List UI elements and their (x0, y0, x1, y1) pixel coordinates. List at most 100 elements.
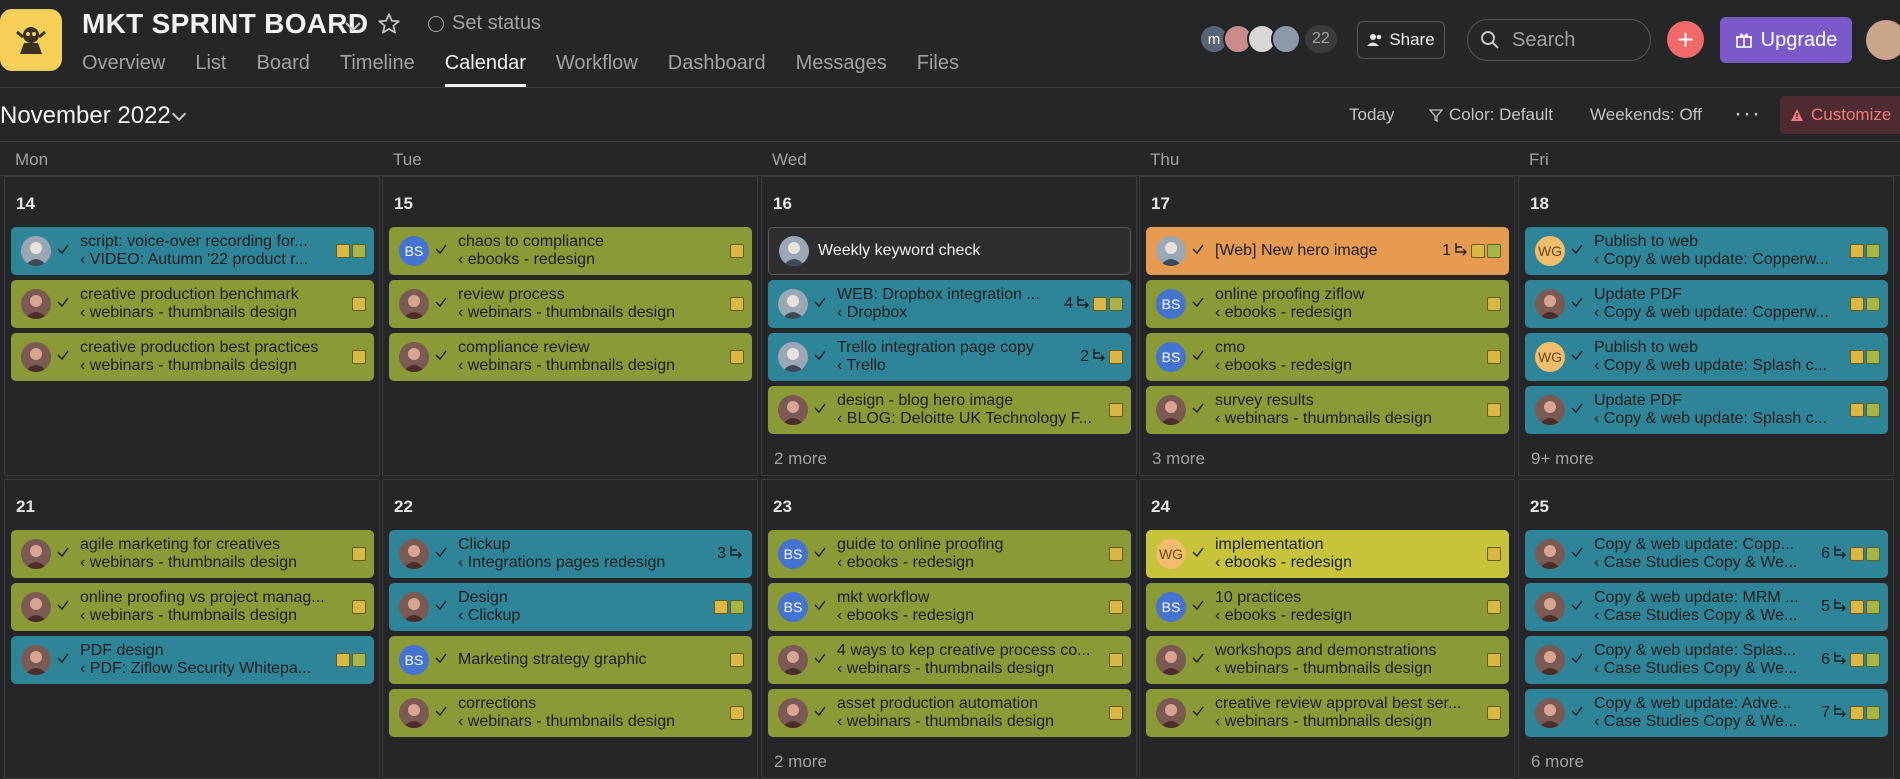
task-card[interactable]: script: voice-over recording for... ‹ VID… (11, 227, 374, 275)
check-icon[interactable] (1191, 242, 1207, 261)
more-tasks-link[interactable]: 6 more (1531, 752, 1584, 772)
assignee-avatar[interactable] (1535, 289, 1565, 319)
project-title[interactable]: MKT SPRINT BOARD (82, 8, 368, 40)
assignee-avatar[interactable] (21, 592, 51, 622)
project-members[interactable]: m 22 (1199, 24, 1337, 54)
member-count[interactable]: 22 (1305, 25, 1337, 53)
assignee-avatar[interactable]: WG (1535, 342, 1565, 372)
task-card[interactable]: Copy & web update: Splas... ‹ Case Studie… (1525, 636, 1888, 684)
day-cell[interactable]: 16 Weekly keyword check WEB: Dropbox integ… (761, 176, 1137, 476)
assignee-avatar[interactable] (1535, 539, 1565, 569)
tab-messages[interactable]: Messages (796, 52, 887, 87)
assignee-avatar[interactable] (1156, 395, 1186, 425)
check-icon[interactable] (56, 348, 72, 367)
check-icon[interactable] (1570, 651, 1586, 670)
check-icon[interactable] (56, 242, 72, 261)
day-cell[interactable]: 17 [Web] New hero image 1 BS online proofing… (1139, 176, 1515, 476)
check-icon[interactable] (813, 401, 829, 420)
assignee-avatar[interactable]: WG (1535, 236, 1565, 266)
task-card[interactable]: online proofing vs project manag... ‹ web… (11, 583, 374, 631)
task-card[interactable]: creative production benchmark ‹ webinars … (11, 280, 374, 328)
assignee-avatar[interactable] (1156, 645, 1186, 675)
check-icon[interactable] (1191, 295, 1207, 314)
day-cell[interactable]: 24 WG implementation ‹ ebooks - redesign BS 1… (1139, 479, 1515, 779)
task-card[interactable]: design - blog hero image ‹ BLOG: Deloitte… (768, 386, 1131, 434)
check-icon[interactable] (813, 598, 829, 617)
month-label[interactable]: November 2022 (0, 102, 171, 130)
day-cell[interactable]: 25 Copy & web update: Copp... ‹ Case Studi… (1518, 479, 1894, 779)
tab-board[interactable]: Board (256, 52, 309, 87)
check-icon[interactable] (1191, 348, 1207, 367)
color-button[interactable]: Color: Default (1429, 105, 1553, 125)
task-card[interactable]: BS guide to online proofing ‹ ebooks - red… (768, 530, 1131, 578)
task-card[interactable]: creative production best practices ‹ webi… (11, 333, 374, 381)
assignee-avatar[interactable]: BS (778, 539, 808, 569)
assignee-avatar[interactable] (779, 236, 809, 266)
tab-files[interactable]: Files (917, 52, 959, 87)
task-card[interactable]: BS Marketing strategy graphic (389, 636, 752, 684)
task-card[interactable]: asset production automation ‹ webinars - … (768, 689, 1131, 737)
check-icon[interactable] (1570, 242, 1586, 261)
chevron-down-icon[interactable] (341, 14, 365, 38)
assignee-avatar[interactable]: BS (1156, 342, 1186, 372)
tab-timeline[interactable]: Timeline (340, 52, 415, 87)
assignee-avatar[interactable] (1156, 236, 1186, 266)
check-icon[interactable] (813, 295, 829, 314)
check-icon[interactable] (434, 295, 450, 314)
weekends-button[interactable]: Weekends: Off (1590, 105, 1702, 125)
tab-dashboard[interactable]: Dashboard (668, 52, 766, 87)
assignee-avatar[interactable] (1156, 698, 1186, 728)
assignee-avatar[interactable] (21, 236, 51, 266)
check-icon[interactable] (434, 242, 450, 261)
day-cell[interactable]: 21 agile marketing for creatives ‹ webinar… (4, 479, 380, 779)
check-icon[interactable] (1570, 295, 1586, 314)
assignee-avatar[interactable] (21, 289, 51, 319)
task-card[interactable]: Update PDF ‹ Copy & web update: Copperw..… (1525, 280, 1888, 328)
assignee-avatar[interactable] (1535, 698, 1565, 728)
assignee-avatar[interactable] (1535, 395, 1565, 425)
project-logo-icon[interactable] (0, 9, 62, 71)
check-icon[interactable] (1191, 401, 1207, 420)
assignee-avatar[interactable] (778, 289, 808, 319)
assignee-avatar[interactable]: BS (399, 645, 429, 675)
assignee-avatar[interactable] (399, 698, 429, 728)
tab-workflow[interactable]: Workflow (556, 52, 638, 87)
task-card[interactable]: creative review approval best ser... ‹ we… (1146, 689, 1509, 737)
search-input[interactable] (1512, 28, 1632, 52)
assignee-avatar[interactable] (778, 395, 808, 425)
assignee-avatar[interactable] (778, 698, 808, 728)
task-card[interactable]: BS cmo ‹ ebooks - redesign (1146, 333, 1509, 381)
search-bar[interactable] (1467, 19, 1651, 61)
assignee-avatar[interactable]: BS (399, 236, 429, 266)
today-button[interactable]: Today (1349, 105, 1394, 125)
day-cell[interactable]: 14 script: voice-over recording for... ‹ V… (4, 176, 380, 476)
assignee-avatar[interactable] (21, 539, 51, 569)
task-card[interactable]: BS 10 practices ‹ ebooks - redesign (1146, 583, 1509, 631)
task-card[interactable]: survey results ‹ webinars - thumbnails de… (1146, 386, 1509, 434)
assignee-avatar[interactable] (21, 645, 51, 675)
check-icon[interactable] (1570, 598, 1586, 617)
tab-overview[interactable]: Overview (82, 52, 165, 87)
task-card[interactable]: agile marketing for creatives ‹ webinars … (11, 530, 374, 578)
upgrade-button[interactable]: Upgrade (1720, 17, 1852, 63)
more-tasks-link[interactable]: 9+ more (1531, 449, 1594, 469)
task-card[interactable]: Update PDF ‹ Copy & web update: Splash c.… (1525, 386, 1888, 434)
task-card[interactable]: WG Publish to web ‹ Copy & web update: Cop… (1525, 227, 1888, 275)
task-card[interactable]: review process ‹ webinars - thumbnails de… (389, 280, 752, 328)
check-icon[interactable] (1191, 651, 1207, 670)
check-icon[interactable] (813, 704, 829, 723)
assignee-avatar[interactable] (778, 645, 808, 675)
tab-calendar[interactable]: Calendar (444, 52, 527, 87)
day-cell[interactable]: 22 Clickup ‹ Integrations pages redesign 3 D… (382, 479, 758, 779)
day-cell[interactable]: 15 BS chaos to compliance ‹ ebooks - redesi… (382, 176, 758, 476)
task-card[interactable]: WEB: Dropbox integration ... ‹ Dropbox 4 (768, 280, 1131, 328)
task-card[interactable]: Clickup ‹ Integrations pages redesign 3 (389, 530, 752, 578)
more-tasks-link[interactable]: 2 more (774, 449, 827, 469)
check-icon[interactable] (434, 545, 450, 564)
check-icon[interactable] (1570, 545, 1586, 564)
task-card[interactable]: workshops and demonstrations ‹ webinars -… (1146, 636, 1509, 684)
star-icon[interactable] (376, 11, 402, 37)
check-icon[interactable] (56, 295, 72, 314)
task-card[interactable]: Copy & web update: MRM ... ‹ Case Studies… (1525, 583, 1888, 631)
assignee-avatar[interactable]: BS (1156, 592, 1186, 622)
